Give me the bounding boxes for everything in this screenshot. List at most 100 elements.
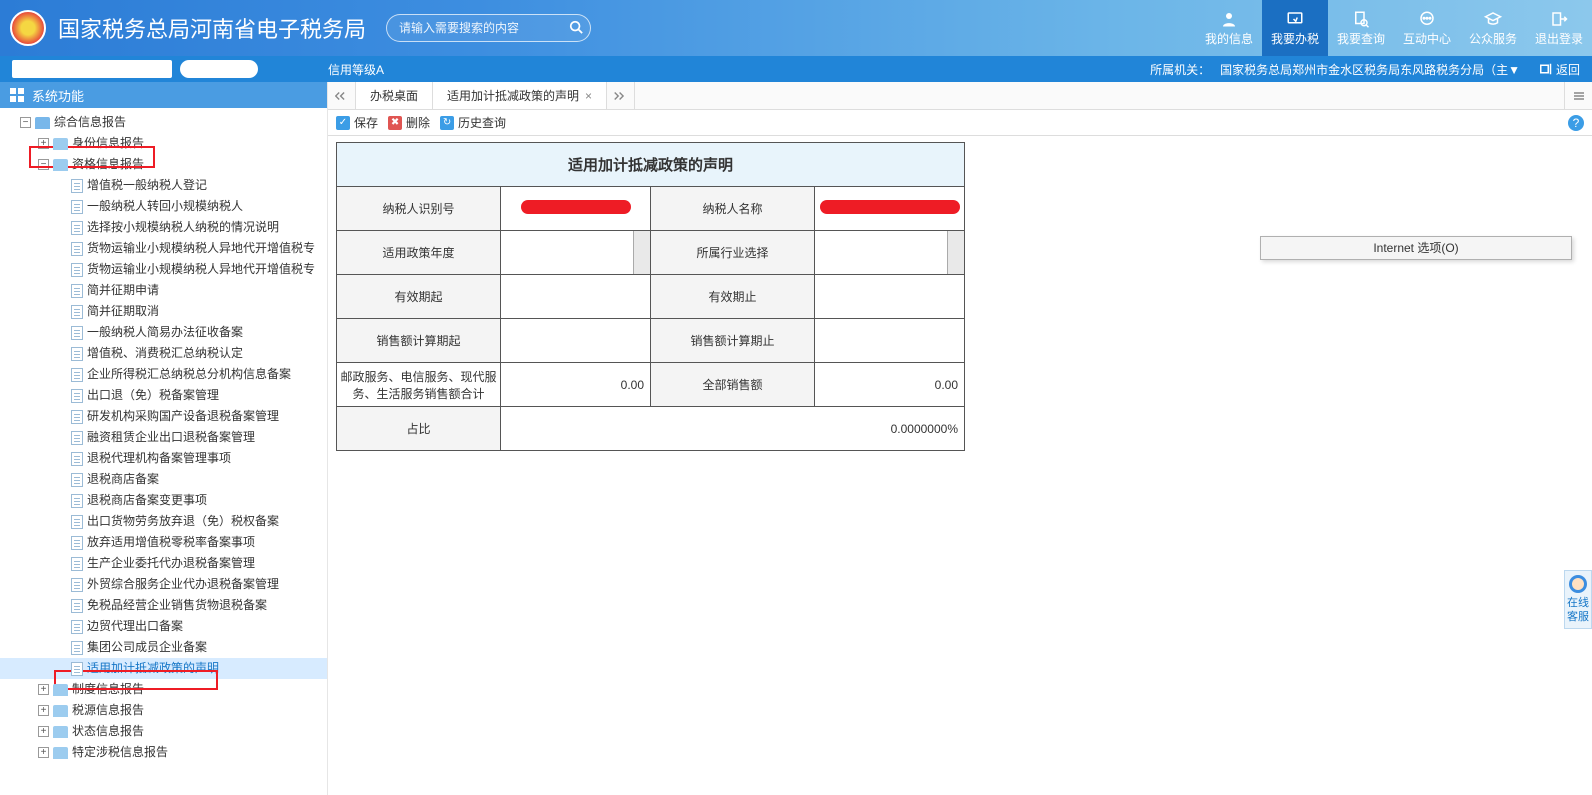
- file-icon: [71, 431, 83, 445]
- nav-chat[interactable]: 互动中心: [1394, 0, 1460, 56]
- tree-item[interactable]: 选择按小规模纳税人纳税的情况说明: [0, 217, 327, 238]
- grid-icon: [10, 88, 24, 102]
- tabs-scroll-right[interactable]: [607, 82, 635, 109]
- expand-toggle[interactable]: +: [38, 684, 49, 695]
- redacted-value: [521, 200, 631, 214]
- tree-item[interactable]: 融资租赁企业出口退税备案管理: [0, 427, 327, 448]
- value-valid-to[interactable]: [815, 275, 965, 319]
- tree-item[interactable]: +特定涉税信息报告: [0, 742, 327, 763]
- tree-item[interactable]: 增值税一般纳税人登记: [0, 175, 327, 196]
- tree-item[interactable]: 适用加计抵减政策的声明: [0, 658, 327, 679]
- tree-item[interactable]: 简并征期取消: [0, 301, 327, 322]
- tree-item[interactable]: +制度信息报告: [0, 679, 327, 700]
- spacer: [56, 558, 67, 569]
- tab-desktop[interactable]: 办税桌面: [356, 82, 433, 109]
- gov-emblem-icon: [10, 10, 46, 46]
- tree-item[interactable]: 简并征期申请: [0, 280, 327, 301]
- value-service-sales[interactable]: 0.00: [501, 363, 651, 407]
- expand-toggle[interactable]: +: [38, 747, 49, 758]
- internet-options-popup[interactable]: Internet 选项(O): [1260, 236, 1572, 260]
- tree-item[interactable]: 出口退（免）税备案管理: [0, 385, 327, 406]
- tree-item[interactable]: 一般纳税人简易办法征收备案: [0, 322, 327, 343]
- expand-toggle[interactable]: −: [38, 159, 49, 170]
- save-icon: ✓: [336, 116, 350, 130]
- value-calc-from[interactable]: [501, 319, 651, 363]
- value-taxpayer-id: [501, 187, 651, 231]
- search-box: [386, 14, 591, 42]
- tree-item[interactable]: 边贸代理出口备案: [0, 616, 327, 637]
- spacer: [56, 327, 67, 338]
- tree-label: 增值税、消费税汇总纳税认定: [87, 343, 243, 364]
- save-button[interactable]: ✓保存: [336, 114, 378, 131]
- return-link[interactable]: 返回: [1540, 61, 1580, 78]
- close-icon[interactable]: ×: [585, 89, 592, 103]
- folder-icon: [35, 117, 50, 129]
- tree-label: 出口退（免）税备案管理: [87, 385, 219, 406]
- file-icon: [71, 662, 83, 676]
- nav-grad[interactable]: 公众服务: [1460, 0, 1526, 56]
- search-icon[interactable]: [569, 20, 583, 34]
- nav-label: 我的信息: [1205, 30, 1253, 47]
- label-valid-to: 有效期止: [651, 275, 815, 319]
- select-industry[interactable]: [815, 231, 965, 275]
- tree-item[interactable]: 免税品经营企业销售货物退税备案: [0, 595, 327, 616]
- tree-item[interactable]: 增值税、消费税汇总纳税认定: [0, 343, 327, 364]
- tree-item[interactable]: +税源信息报告: [0, 700, 327, 721]
- sidebar: 系统功能 −综合信息报告+身份信息报告−资格信息报告增值税一般纳税人登记一般纳税…: [0, 82, 328, 795]
- customer-service-float[interactable]: 在线客服: [1564, 570, 1592, 629]
- org-name[interactable]: 国家税务总局郑州市金水区税务局东风路税务分局（主▼: [1220, 61, 1520, 78]
- tree-item[interactable]: −综合信息报告: [0, 112, 327, 133]
- label-calc-to: 销售额计算期止: [651, 319, 815, 363]
- tree-item[interactable]: 放弃适用增值税零税率备案事项: [0, 532, 327, 553]
- tree-item[interactable]: 生产企业委托代办退税备案管理: [0, 553, 327, 574]
- tree-item[interactable]: +身份信息报告: [0, 133, 327, 154]
- value-taxpayer-name: [815, 187, 965, 231]
- tree-label: 退税商店备案变更事项: [87, 490, 207, 511]
- expand-toggle[interactable]: +: [38, 138, 49, 149]
- spacer: [56, 579, 67, 590]
- tree-item[interactable]: 货物运输业小规模纳税人异地代开增值税专: [0, 259, 327, 280]
- file-icon: [71, 641, 83, 655]
- tree-item[interactable]: 企业所得税汇总纳税总分机构信息备案: [0, 364, 327, 385]
- help-icon[interactable]: ?: [1568, 115, 1584, 131]
- spacer: [56, 537, 67, 548]
- tabs-scroll-left[interactable]: [328, 82, 356, 109]
- history-button[interactable]: ↻历史查询: [440, 114, 506, 131]
- value-valid-from[interactable]: [501, 275, 651, 319]
- tree-item[interactable]: 出口货物劳务放弃退（免）税权备案: [0, 511, 327, 532]
- tree-item[interactable]: 一般纳税人转回小规模纳税人: [0, 196, 327, 217]
- tree-label: 一般纳税人简易办法征收备案: [87, 322, 243, 343]
- nav-person[interactable]: 我的信息: [1196, 0, 1262, 56]
- tree-item[interactable]: 退税代理机构备案管理事项: [0, 448, 327, 469]
- org-label: 所属机关：: [1150, 61, 1210, 78]
- label-industry: 所属行业选择: [651, 231, 815, 275]
- tabs-menu[interactable]: [1564, 82, 1592, 109]
- tree-item[interactable]: 退税商店备案变更事项: [0, 490, 327, 511]
- tree-item[interactable]: 研发机构采购国产设备退税备案管理: [0, 406, 327, 427]
- value-calc-to[interactable]: [815, 319, 965, 363]
- tree-item[interactable]: 集团公司成员企业备案: [0, 637, 327, 658]
- search-input[interactable]: [386, 14, 591, 42]
- search-doc-icon: [1351, 10, 1371, 28]
- spacer: [56, 285, 67, 296]
- expand-toggle[interactable]: +: [38, 726, 49, 737]
- tree-item[interactable]: 外贸综合服务企业代办退税备案管理: [0, 574, 327, 595]
- expand-toggle[interactable]: +: [38, 705, 49, 716]
- tree-item[interactable]: +状态信息报告: [0, 721, 327, 742]
- expand-toggle[interactable]: −: [20, 117, 31, 128]
- tree-item[interactable]: −资格信息报告: [0, 154, 327, 175]
- nav-search-doc[interactable]: 我要查询: [1328, 0, 1394, 56]
- file-icon: [71, 599, 83, 613]
- file-icon: [71, 284, 83, 298]
- spacer: [56, 600, 67, 611]
- select-policy-year[interactable]: [501, 231, 651, 275]
- tree-item[interactable]: 退税商店备案: [0, 469, 327, 490]
- nav-cursor[interactable]: 我要办税: [1262, 0, 1328, 56]
- value-total-sales[interactable]: 0.00: [815, 363, 965, 407]
- delete-button[interactable]: ✖删除: [388, 114, 430, 131]
- spacer: [56, 348, 67, 359]
- nav-exit[interactable]: 退出登录: [1526, 0, 1592, 56]
- tree-item[interactable]: 货物运输业小规模纳税人异地代开增值税专: [0, 238, 327, 259]
- tab-declaration[interactable]: 适用加计抵减政策的声明 ×: [433, 82, 607, 109]
- spacer: [56, 642, 67, 653]
